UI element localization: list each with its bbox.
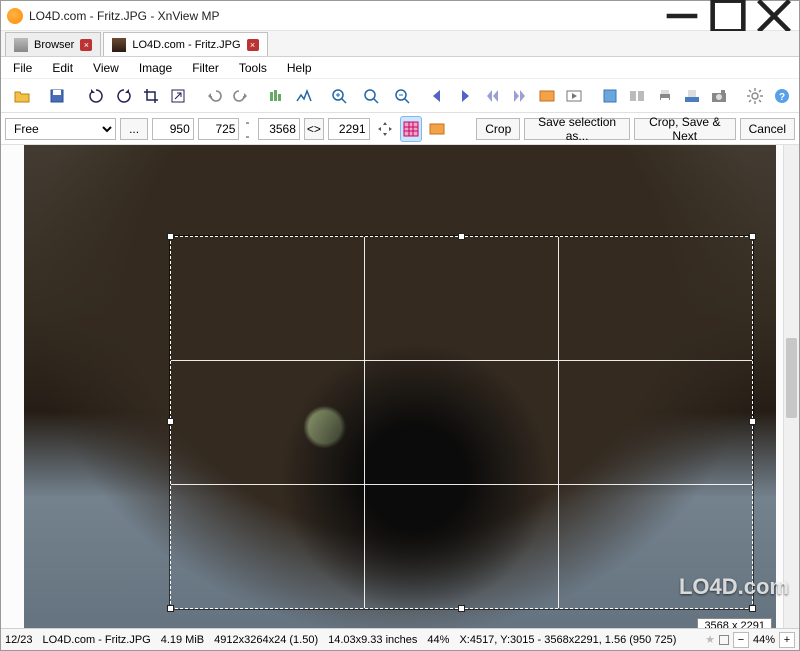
status-zoom: 44%: [427, 634, 449, 646]
status-zoom-value: 44%: [753, 634, 775, 646]
zoom-control: ★ − 44% +: [705, 632, 795, 648]
image-viewport[interactable]: 3568 x 2291 LO4D.com: [1, 145, 799, 628]
status-coords: X:4517, Y:3015 - 3568x2291, 1.56 (950 72…: [459, 634, 676, 646]
zoom-in-button[interactable]: [326, 83, 351, 109]
title-bar: LO4D.com - Fritz.JPG - XnView MP: [1, 1, 799, 31]
redo-button[interactable]: [228, 83, 253, 109]
handle-nw[interactable]: [167, 233, 174, 240]
handle-n[interactable]: [458, 233, 465, 240]
app-window: LO4D.com - Fritz.JPG - XnView MP Browser…: [0, 0, 800, 651]
close-button[interactable]: [751, 1, 797, 31]
tab-image[interactable]: LO4D.com - Fritz.JPG ×: [103, 32, 267, 56]
handle-ne[interactable]: [749, 233, 756, 240]
zoom-out-button[interactable]: [389, 83, 414, 109]
ratio-browse-button[interactable]: ...: [120, 118, 148, 140]
crop-selection[interactable]: [170, 236, 753, 609]
sel-height-input[interactable]: 2291: [328, 118, 370, 140]
menu-bar: File Edit View Image Filter Tools Help: [1, 57, 799, 79]
next-page-button[interactable]: [507, 83, 532, 109]
app-icon: [7, 8, 23, 24]
status-filesize: 4.19 MiB: [161, 634, 204, 646]
tab-close-button[interactable]: ×: [247, 39, 259, 51]
svg-text:?: ?: [779, 92, 785, 103]
menu-image[interactable]: Image: [131, 59, 180, 77]
save-selection-button[interactable]: Save selection as...: [524, 118, 630, 140]
fullscreen-button[interactable]: [597, 83, 622, 109]
zoom-out-btn[interactable]: −: [733, 632, 749, 648]
rotate-left-button[interactable]: [83, 83, 108, 109]
menu-file[interactable]: File: [5, 59, 40, 77]
selection-size-label: 3568 x 2291: [697, 618, 772, 629]
help-button[interactable]: ?: [769, 83, 794, 109]
crop-tool-button[interactable]: [138, 83, 163, 109]
compare-button[interactable]: [624, 83, 649, 109]
menu-filter[interactable]: Filter: [184, 59, 227, 77]
ratio-height-input[interactable]: 725: [198, 118, 240, 140]
undo-button[interactable]: [201, 83, 226, 109]
open-button[interactable]: [5, 83, 38, 109]
auto-contrast-button[interactable]: [291, 83, 316, 109]
menu-view[interactable]: View: [85, 59, 127, 77]
camera-button[interactable]: [707, 83, 732, 109]
tab-strip: Browser × LO4D.com - Fritz.JPG ×: [1, 31, 799, 57]
crop-presets-button[interactable]: [426, 116, 448, 142]
minimize-button[interactable]: [659, 1, 705, 31]
tab-close-button[interactable]: ×: [80, 39, 92, 51]
crop-button[interactable]: Crop: [476, 118, 520, 140]
quick-slideshow-button[interactable]: [534, 83, 559, 109]
color-label-icon[interactable]: [719, 635, 729, 645]
nudge-button[interactable]: [374, 116, 396, 142]
status-index: 12/23: [5, 634, 33, 646]
status-filename: LO4D.com - Fritz.JPG: [43, 634, 151, 646]
handle-s[interactable]: [458, 605, 465, 612]
crop-toolbar: Free ... 950 725 -- 3568 <> 2291 Crop Sa…: [1, 113, 799, 145]
zoom-button[interactable]: [354, 83, 387, 109]
crop-save-next-button[interactable]: Crop, Save & Next: [634, 118, 736, 140]
ratio-width-input[interactable]: 950: [152, 118, 194, 140]
handle-e[interactable]: [749, 418, 756, 425]
status-bar: 12/23 LO4D.com - Fritz.JPG 4.19 MiB 4912…: [1, 628, 799, 650]
prev-page-button[interactable]: [479, 83, 504, 109]
window-title: LO4D.com - Fritz.JPG - XnView MP: [29, 9, 219, 23]
menu-edit[interactable]: Edit: [44, 59, 81, 77]
image-thumb-icon: [112, 38, 126, 52]
auto-levels-button[interactable]: [264, 83, 289, 109]
next-button[interactable]: [452, 83, 477, 109]
scroll-thumb[interactable]: [786, 338, 797, 418]
menu-help[interactable]: Help: [279, 59, 320, 77]
print-button[interactable]: [652, 83, 677, 109]
slideshow-button[interactable]: [562, 83, 587, 109]
folder-icon: [14, 38, 28, 52]
status-dimensions: 4912x3264x24 (1.50): [214, 634, 318, 646]
handle-se[interactable]: [749, 605, 756, 612]
maximize-button[interactable]: [705, 1, 751, 31]
status-inches: 14.03x9.33 inches: [328, 634, 417, 646]
sel-width-input[interactable]: 3568: [258, 118, 300, 140]
settings-button[interactable]: [742, 83, 767, 109]
handle-w[interactable]: [167, 418, 174, 425]
menu-tools[interactable]: Tools: [231, 59, 275, 77]
vertical-scrollbar[interactable]: [783, 145, 799, 628]
image-canvas[interactable]: 3568 x 2291: [24, 145, 776, 628]
rotate-right-button[interactable]: [111, 83, 136, 109]
tab-label: LO4D.com - Fritz.JPG: [132, 39, 240, 51]
handle-sw[interactable]: [167, 605, 174, 612]
star-icon[interactable]: ★: [705, 633, 715, 646]
tab-label: Browser: [34, 39, 74, 51]
zoom-in-btn[interactable]: +: [779, 632, 795, 648]
sep-label: --: [243, 115, 254, 143]
prev-button[interactable]: [424, 83, 449, 109]
main-toolbar: ?: [1, 79, 799, 113]
save-button[interactable]: [40, 83, 73, 109]
swap-wh-button[interactable]: <>: [304, 118, 324, 140]
ratio-select[interactable]: Free: [5, 118, 116, 140]
acquire-button[interactable]: [679, 83, 704, 109]
tab-browser[interactable]: Browser ×: [5, 32, 101, 56]
cancel-button[interactable]: Cancel: [740, 118, 795, 140]
resize-button[interactable]: [166, 83, 191, 109]
grid-overlay-button[interactable]: [400, 116, 422, 142]
